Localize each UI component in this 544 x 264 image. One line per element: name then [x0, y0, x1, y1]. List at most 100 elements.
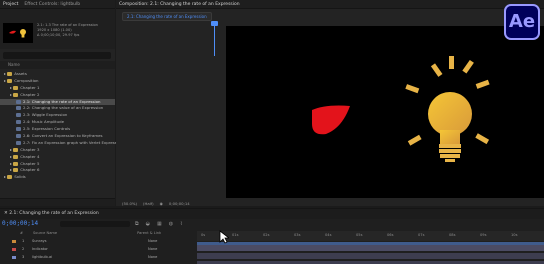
tab-project[interactable]: Project [3, 2, 18, 7]
composition-icon [16, 113, 21, 118]
layer-column-header: # Source Name Parent & Link [0, 230, 195, 237]
comp-current-time[interactable]: 0;00;00;14 [169, 200, 190, 208]
tab-composition[interactable]: Composition: 2.1: Changing the rate of a… [119, 2, 240, 7]
project-item-label: Chapter 6 [20, 167, 40, 173]
project-item[interactable]: 2.2: Changing the value of an Expression [0, 105, 115, 112]
comp-flowchart-icon[interactable]: ⧉ [135, 221, 139, 227]
layer-parent-dropdown[interactable]: None [148, 238, 157, 245]
time-ruler[interactable]: 0s 01s 02s 03s 04s 05s 06s 07s 08s 09s 10s [197, 231, 544, 241]
project-panel: Project Effect Controls: lightbulb 2.1: … [0, 0, 125, 206]
timeline-timecode[interactable]: 0;00;00;14 [2, 220, 38, 227]
resolution-dropdown[interactable]: (Half) [143, 200, 154, 208]
timeline-tab-label: 2.1: Changing the rate of an Expression [9, 211, 99, 216]
layer-name[interactable]: lightbulb.ai [32, 254, 52, 261]
ruler-tick-label: 02s [263, 233, 270, 237]
folder-icon [13, 161, 19, 166]
ruler-tick-label: 08s [449, 233, 456, 237]
frame-blend-icon[interactable]: ▦ [157, 221, 162, 227]
project-item[interactable]: 2.5: Expression Controls [0, 126, 115, 133]
project-item-label: Chapter 3 [20, 146, 40, 152]
project-item-label: 2.6: Convert an Expression to Keyframes [23, 133, 103, 139]
composition-icon [16, 127, 21, 132]
ruler-tick-label: 04s [325, 233, 332, 237]
comp-breadcrumb[interactable]: 2.1: Changing the rate of an Expression [122, 12, 212, 21]
folder-icon [7, 72, 13, 76]
layer-row[interactable]: 3 lightbulb.ai None [0, 254, 195, 261]
project-tree: ▸ Assets ▸ Composition ▸ Chapter 1 ▸ Chapte… [0, 71, 125, 181]
project-item[interactable]: ▸ Chapter 3 [0, 147, 115, 154]
layer-duration-bar[interactable] [197, 253, 544, 259]
project-item[interactable]: 2.1: Changing the rate of an Expression [0, 98, 115, 106]
zoom-dropdown[interactable]: (50.0%) [122, 200, 137, 208]
tab-effect-controls[interactable]: Effect Controls: lightbulb [24, 2, 80, 7]
project-item-label: Composition [14, 77, 39, 83]
ruler-tick-label: 10s [511, 233, 518, 237]
column-parent: Parent & Link [137, 231, 162, 235]
comp-artwork [312, 56, 490, 162]
lightbulb-shape [428, 92, 472, 162]
project-item-label: Chapter 1 [20, 84, 40, 90]
project-item[interactable]: ▸ Composition [0, 78, 115, 85]
comp-footer: (50.0%) (Half) ◉ 0;00;00;14 [116, 200, 544, 208]
layer-number: 3 [22, 255, 25, 259]
project-search-input[interactable] [3, 52, 111, 59]
composition-icon [16, 106, 21, 111]
folder-icon [13, 168, 19, 173]
ruler-tick-label: 01s [232, 233, 239, 237]
project-item-label: 2.5: Expression Controls [23, 126, 71, 132]
project-item[interactable]: ▸ Chapter 1 [0, 85, 115, 92]
layer-row[interactable]: 2 Indicator None [0, 246, 195, 253]
ruler-tick-label: 05s [356, 233, 363, 237]
project-meta: 2.1: 1.3 The rate of an Expression 1920 … [37, 23, 98, 38]
camera-icon[interactable]: ◉ [160, 200, 163, 208]
comp-viewport[interactable] [226, 26, 544, 198]
composition-tabbar: Composition: 2.1: Changing the rate of a… [116, 0, 544, 9]
thumbnail-preview [9, 29, 26, 38]
project-item[interactable]: ▸ Chapter 2 [0, 92, 115, 99]
graph-editor-icon[interactable]: ⌇ [180, 221, 182, 227]
layer-row[interactable]: 1 Sunrays None [0, 238, 195, 245]
project-item[interactable]: 2.7: Fix an Expression graph with Verlet… [0, 140, 125, 147]
motion-blur-icon[interactable]: ◍ [169, 221, 173, 227]
project-item[interactable]: 2.3: Wiggle Expression [0, 112, 115, 119]
composition-icon [16, 99, 21, 104]
shy-icon[interactable]: ◒ [146, 221, 150, 227]
composition-icon [16, 140, 21, 145]
project-item[interactable]: ▸ Chapter 5 [0, 161, 115, 168]
ruler-tick-label: 03s [294, 233, 301, 237]
playhead-line[interactable] [214, 21, 215, 56]
project-item[interactable]: 2.6: Convert an Expression to Keyframes [0, 133, 115, 140]
project-item-label: Chapter 4 [20, 153, 40, 159]
project-item[interactable]: ▸ Chapter 4 [0, 154, 115, 161]
layer-duration-bar[interactable] [197, 245, 544, 251]
timeline-panel: ✕ 2.1: Changing the rate of an Expressio… [0, 208, 544, 264]
meta-line-duration: Δ 0;00;10;00, 29.97 fps [37, 33, 80, 37]
project-item-label: 2.4: Music Amplitude [23, 119, 64, 125]
project-item-label: 2.1: Changing the rate of an Expression [23, 98, 101, 104]
project-column-header[interactable]: Name [0, 61, 115, 69]
project-item-label: Solids [14, 174, 26, 180]
layer-name[interactable]: Sunrays [32, 238, 47, 245]
project-item-label: 2.2: Changing the value of an Expression [23, 105, 104, 111]
layer-parent-dropdown[interactable]: None [148, 246, 157, 253]
project-item[interactable]: 2.4: Music Amplitude [0, 119, 115, 126]
layer-parent-dropdown[interactable]: None [148, 254, 157, 261]
layer-label-color[interactable] [12, 240, 16, 243]
layer-label-color[interactable] [12, 256, 16, 259]
folder-icon [7, 78, 13, 83]
ruler-tick-label: 0s [201, 233, 206, 237]
project-item[interactable]: ▸ Solids [0, 174, 115, 181]
project-item[interactable]: ▸ Assets [0, 71, 115, 78]
timeline-tab[interactable]: ✕ 2.1: Changing the rate of an Expressio… [0, 209, 544, 219]
layer-name[interactable]: Indicator [32, 246, 48, 253]
folder-icon [13, 92, 19, 97]
folder-icon [13, 147, 19, 152]
project-item[interactable]: ▸ Chapter 6 [0, 167, 115, 174]
column-number: # [20, 231, 24, 235]
layer-number: 2 [22, 247, 25, 251]
layer-number: 1 [22, 239, 25, 243]
timeline-search-input[interactable] [60, 221, 130, 227]
project-item-label: 2.7: Fix an Expression graph with Verlet… [23, 139, 125, 145]
red-indicator-shape [312, 105, 350, 135]
layer-label-color[interactable] [12, 248, 16, 251]
